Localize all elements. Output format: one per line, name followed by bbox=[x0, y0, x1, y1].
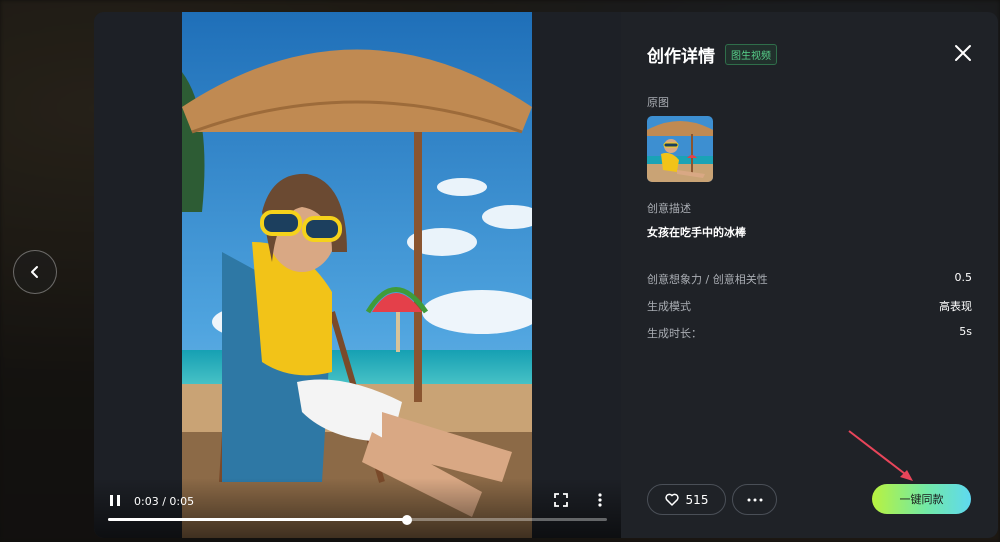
details-panel: 创作详情 图生视频 原图 创意描述 女孩在吃手中的冰棒 创意想象力 / 创意相关… bbox=[621, 12, 998, 538]
heart-icon bbox=[664, 493, 679, 506]
prev-button[interactable] bbox=[13, 250, 57, 294]
original-image-thumbnail[interactable] bbox=[647, 116, 713, 182]
more-vertical-icon[interactable] bbox=[594, 492, 606, 508]
progress-bar[interactable] bbox=[108, 514, 607, 525]
progress-fill bbox=[108, 518, 408, 521]
thumbnail-image bbox=[647, 116, 713, 182]
one-click-same-button[interactable]: 一键同款 bbox=[872, 484, 971, 514]
progress-handle[interactable] bbox=[402, 514, 413, 525]
video-frame bbox=[182, 12, 532, 538]
like-button[interactable]: 515 bbox=[647, 484, 726, 515]
description-text: 女孩在吃手中的冰棒 bbox=[647, 226, 746, 239]
description-label: 创意描述 bbox=[647, 202, 691, 215]
title-row: 创作详情 图生视频 bbox=[647, 42, 777, 67]
original-label: 原图 bbox=[647, 96, 669, 109]
more-horizontal-icon bbox=[747, 498, 762, 501]
fullscreen-icon[interactable] bbox=[554, 493, 568, 507]
detail-row-mode: 生成模式 高表现 bbox=[647, 298, 972, 314]
detail-value: 0.5 bbox=[954, 271, 973, 284]
pause-button[interactable] bbox=[108, 494, 122, 508]
detail-row-duration: 生成时长： 5s bbox=[647, 325, 972, 341]
page-title: 创作详情 bbox=[647, 47, 715, 67]
detail-value: 5s bbox=[959, 325, 972, 338]
more-options-button[interactable] bbox=[732, 484, 777, 515]
like-count: 515 bbox=[685, 492, 709, 507]
player-controls: 0:03 / 0:05 bbox=[94, 478, 621, 538]
detail-label: 生成模式 bbox=[647, 300, 691, 313]
detail-value: 高表现 bbox=[939, 300, 972, 313]
detail-label: 创意想象力 / 创意相关性 bbox=[647, 273, 768, 286]
detail-label: 生成时长： bbox=[647, 327, 702, 340]
detail-row-creativity: 创意想象力 / 创意相关性 0.5 bbox=[647, 271, 972, 287]
close-icon[interactable] bbox=[954, 44, 972, 62]
video-player[interactable]: 0:03 / 0:05 bbox=[94, 12, 621, 538]
type-badge: 图生视频 bbox=[725, 44, 777, 65]
chevron-left-icon bbox=[31, 266, 38, 278]
playback-time: 0:03 / 0:05 bbox=[134, 495, 195, 508]
creation-detail-modal: 0:03 / 0:05 创作详情 图生视频 原图 创意描述 女孩在吃手中的冰棒 … bbox=[94, 12, 998, 538]
